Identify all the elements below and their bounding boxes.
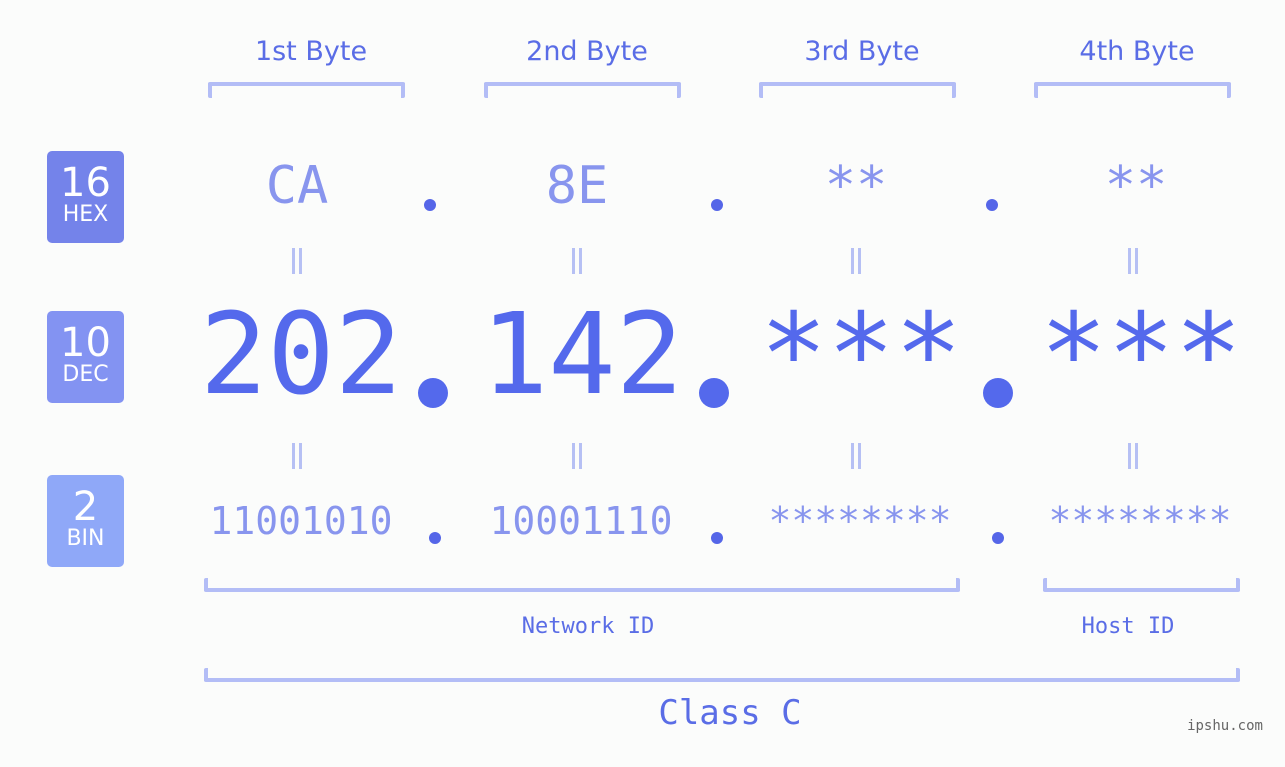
byte-bracket-3 xyxy=(759,82,956,98)
equals-sign xyxy=(572,443,582,469)
dec-separator-dot xyxy=(983,378,1013,408)
class-label: Class C xyxy=(658,693,802,733)
byte-header-4: 4th Byte xyxy=(1079,36,1195,67)
equals-sign xyxy=(851,248,861,274)
dec-byte-3: *** xyxy=(759,290,963,420)
bin-badge: 2 BIN xyxy=(47,475,124,567)
hex-badge: 16 HEX xyxy=(47,151,124,243)
hex-badge-base: 16 xyxy=(60,160,111,206)
equals-sign xyxy=(1128,248,1138,274)
host-id-bracket xyxy=(1043,578,1240,592)
bin-byte-1: 11001010 xyxy=(209,499,393,543)
hex-separator-dot xyxy=(424,199,436,211)
dec-badge-label: DEC xyxy=(62,362,109,387)
watermark: ipshu.com xyxy=(1187,718,1263,734)
bin-separator-dot xyxy=(711,532,723,544)
class-bracket xyxy=(204,668,1240,682)
dec-byte-2: 142 xyxy=(480,290,684,420)
byte-bracket-1 xyxy=(208,82,405,98)
dec-badge: 10 DEC xyxy=(47,311,124,403)
dec-separator-dot xyxy=(699,378,729,408)
dec-byte-1: 202 xyxy=(199,290,403,420)
equals-sign xyxy=(572,248,582,274)
network-id-bracket xyxy=(204,578,960,592)
equals-sign xyxy=(1128,443,1138,469)
dec-badge-base: 10 xyxy=(60,320,111,366)
equals-sign xyxy=(292,443,302,469)
byte-bracket-2 xyxy=(484,82,681,98)
hex-byte-1: CA xyxy=(265,156,329,216)
dec-byte-4: *** xyxy=(1039,290,1243,420)
bin-byte-4: ******** xyxy=(1048,499,1232,543)
hex-badge-label: HEX xyxy=(62,202,109,227)
byte-bracket-4 xyxy=(1034,82,1231,98)
dec-separator-dot xyxy=(418,378,448,408)
byte-header-3: 3rd Byte xyxy=(804,36,920,67)
hex-byte-4: ** xyxy=(1104,156,1168,216)
byte-header-2: 2nd Byte xyxy=(526,36,648,67)
equals-sign xyxy=(292,248,302,274)
byte-header-1: 1st Byte xyxy=(254,36,368,67)
bin-badge-label: BIN xyxy=(66,526,105,551)
network-id-label: Network ID xyxy=(521,614,655,639)
host-id-label: Host ID xyxy=(1081,614,1175,639)
bin-separator-dot xyxy=(992,532,1004,544)
hex-separator-dot xyxy=(711,199,723,211)
bin-byte-3: ******** xyxy=(768,499,952,543)
bin-badge-base: 2 xyxy=(72,484,99,530)
hex-byte-2: 8E xyxy=(545,156,609,216)
equals-sign xyxy=(851,443,861,469)
bin-byte-2: 10001110 xyxy=(489,499,673,543)
hex-byte-3: ** xyxy=(824,156,888,216)
hex-separator-dot xyxy=(986,199,998,211)
bin-separator-dot xyxy=(429,532,441,544)
